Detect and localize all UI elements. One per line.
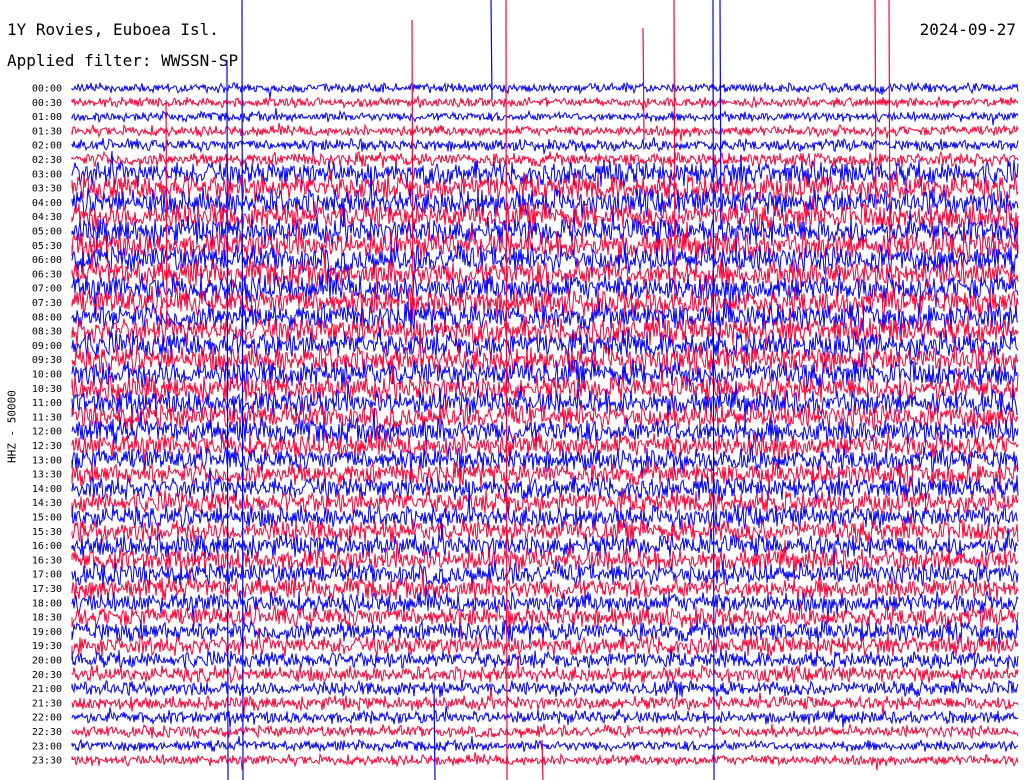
row-time-label: 01:00 (32, 112, 62, 123)
row-time-label: 08:30 (32, 327, 62, 338)
trace-row (71, 706, 1019, 728)
row-time-label: 22:00 (32, 713, 62, 724)
row-time-label: 05:30 (32, 241, 62, 252)
row-time-label: 23:00 (32, 741, 62, 752)
row-time-label: 09:30 (32, 355, 62, 366)
row-time-label: 04:00 (32, 198, 62, 209)
helicorder-chart: 00:00 00:30 01:00 01:30 02:00 02:30 03:00 03:30… (32, 0, 1019, 780)
row-time-label: 11:00 (32, 398, 62, 409)
row-time-label: 12:00 (32, 427, 62, 438)
row-time-label: 10:30 (32, 384, 62, 395)
row-time-label: 11:30 (32, 412, 62, 423)
row-time-label: 02:00 (32, 141, 62, 152)
row-time-label: 18:30 (32, 613, 62, 624)
spike-mark (642, 27, 645, 141)
row-time-label: 04:30 (32, 212, 62, 223)
trace-row (71, 676, 1019, 699)
row-time-label: 23:30 (32, 756, 62, 767)
row-time-label: 20:00 (32, 656, 62, 667)
row-time-label: 16:00 (32, 541, 62, 552)
row-time-label: 17:30 (32, 584, 62, 595)
row-time-label: 00:00 (32, 84, 62, 95)
row-time-label: 05:00 (32, 227, 62, 238)
row-time-label: 20:30 (32, 670, 62, 681)
spike-mark (673, 0, 676, 301)
spike-mark (712, 0, 715, 780)
row-time-label: 08:00 (32, 312, 62, 323)
trace-row (71, 752, 1019, 771)
trace-row (71, 735, 1019, 753)
row-time-label: 18:00 (32, 598, 62, 609)
row-time-label: 22:30 (32, 727, 62, 738)
row-time-label: 13:00 (32, 455, 62, 466)
row-time-label: 03:00 (32, 169, 62, 180)
row-time-label: 16:30 (32, 555, 62, 566)
row-time-label: 10:00 (32, 370, 62, 381)
trace-row (71, 603, 1019, 638)
row-time-label: 12:30 (32, 441, 62, 452)
trace-row (71, 460, 1019, 490)
row-time-label: 03:30 (32, 184, 62, 195)
row-time-label: 02:30 (32, 155, 62, 166)
row-time-label: 13:30 (32, 470, 62, 481)
row-time-label: 06:00 (32, 255, 62, 266)
row-time-label: 14:00 (32, 484, 62, 495)
trace-row (71, 81, 1019, 99)
row-time-label: 19:00 (32, 627, 62, 638)
row-time-label: 21:00 (32, 684, 62, 695)
spike-mark (165, 99, 168, 331)
row-time-label: 19:30 (32, 641, 62, 652)
row-time-label: 07:30 (32, 298, 62, 309)
row-time-label: 21:30 (32, 698, 62, 709)
row-time-label: 15:00 (32, 513, 62, 524)
row-time-label: 06:30 (32, 269, 62, 280)
row-time-label: 09:00 (32, 341, 62, 352)
row-time-label: 00:30 (32, 98, 62, 109)
trace-row (71, 647, 1019, 671)
trace-row (71, 722, 1019, 740)
spike-mark (490, 0, 493, 101)
row-time-label: 07:00 (32, 284, 62, 295)
row-time-label: 15:30 (32, 527, 62, 538)
row-time-label: 14:30 (32, 498, 62, 509)
spike-mark (719, 0, 722, 231)
row-time-label: 17:00 (32, 570, 62, 581)
row-time-label: 01:30 (32, 126, 62, 137)
